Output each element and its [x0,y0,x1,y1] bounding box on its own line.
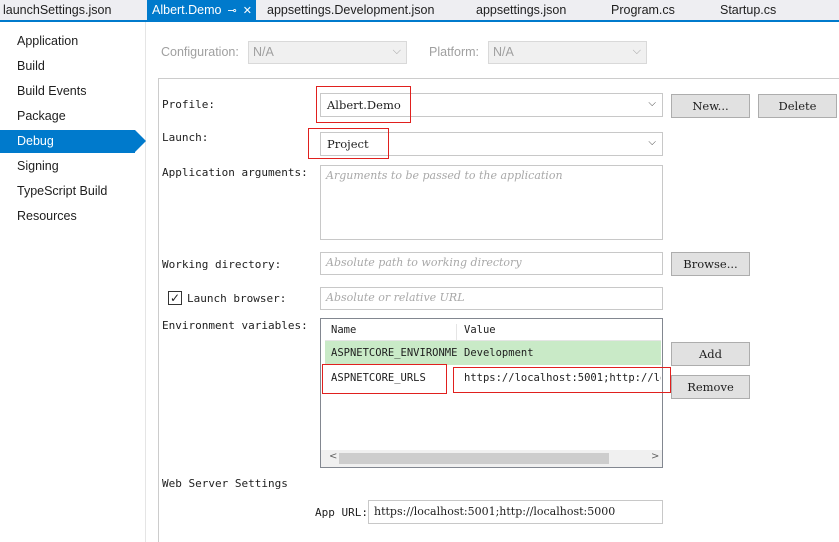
new-profile-button[interactable]: New... [671,94,750,118]
working-dir-label: Working directory: [162,258,282,271]
platform-label: Platform: [429,45,480,59]
launch-label: Launch: [162,131,209,144]
sidebar-item-typescript-build[interactable]: TypeScript Build [0,180,146,203]
tab-appsettings-development[interactable]: appsettings.Development.json [267,0,434,20]
profile-label: Profile: [162,98,215,111]
app-url-label: App URL: [315,506,368,519]
launch-select[interactable]: Project ⌵ [320,132,663,156]
scroll-right-icon[interactable]: > [651,451,659,462]
remove-env-var-button[interactable]: Remove [671,375,750,399]
delete-profile-button[interactable]: Delete [758,94,837,118]
env-name-cell[interactable]: ASPNETCORE_URLS [325,372,457,384]
sidebar-item-resources[interactable]: Resources [0,205,146,228]
chevron-down-icon: ⌵ [632,45,641,57]
app-args-placeholder: Arguments to be passed to the applicatio… [326,169,563,182]
horizontal-scrollbar[interactable]: < > [321,450,662,467]
tab-label: Albert.Demo [152,3,222,17]
env-value-cell[interactable]: Development [458,347,661,359]
env-vars-label: Environment variables: [162,319,308,332]
env-name-cell[interactable]: ASPNETCORE_ENVIRONMENT [325,347,457,359]
configuration-select[interactable]: N/A ⌵ [248,41,407,64]
document-tab-strip: launchSettings.json Albert.Demo ⊸ ✕ appset… [0,0,839,22]
profile-select[interactable]: Albert.Demo ⌵ [320,93,663,117]
tab-launchsettings[interactable]: launchSettings.json [3,0,111,20]
platform-value: N/A [493,45,514,59]
platform-select[interactable]: N/A ⌵ [488,41,647,64]
chevron-down-icon: ⌵ [392,45,401,57]
app-url-value: https://localhost:5001;http://localhost:… [374,505,616,518]
configuration-value: N/A [253,45,274,59]
working-dir-placeholder: Absolute path to working directory [326,256,522,269]
column-header-value[interactable]: Value [458,324,658,336]
pin-icon[interactable]: ⊸ [227,1,236,21]
env-grid-header: Name Value [325,321,661,341]
chevron-down-icon: ⌵ [648,137,656,148]
project-properties-sidebar: Application Build Build Events Package D… [0,22,146,542]
scroll-left-icon[interactable]: < [329,451,337,462]
launch-url-placeholder: Absolute or relative URL [326,291,465,304]
tab-program[interactable]: Program.cs [611,0,675,20]
app-args-input[interactable]: Arguments to be passed to the applicatio… [320,165,663,240]
launch-browser-checkbox[interactable]: ✓ [168,291,182,305]
chevron-down-icon: ⌵ [648,98,656,109]
table-row[interactable]: ASPNETCORE_ENVIRONMENT Development [325,341,661,365]
sidebar-item-build[interactable]: Build [0,55,146,78]
sidebar-item-application[interactable]: Application [0,30,146,53]
profile-value: Albert.Demo [327,98,401,112]
close-icon[interactable]: ✕ [243,1,252,21]
launch-value: Project [327,137,369,151]
tab-appsettings[interactable]: appsettings.json [476,0,566,20]
add-env-var-button[interactable]: Add [671,342,750,366]
scrollbar-thumb[interactable] [339,453,609,464]
browse-button[interactable]: Browse... [671,252,750,276]
launch-url-input[interactable]: Absolute or relative URL [320,287,663,310]
sidebar-item-signing[interactable]: Signing [0,155,146,178]
sidebar-item-debug[interactable]: Debug [0,130,146,153]
sidebar-item-build-events[interactable]: Build Events [0,80,146,103]
app-url-input[interactable]: https://localhost:5001;http://localhost:… [368,500,663,524]
working-dir-input[interactable]: Absolute path to working directory [320,252,663,275]
tab-albert-demo[interactable]: Albert.Demo ⊸ ✕ [147,0,256,20]
sidebar-item-package[interactable]: Package [0,105,146,128]
env-value-cell[interactable]: https://localhost:5001;http://localhost:… [458,372,661,384]
configuration-label: Configuration: [161,45,239,59]
launch-browser-label: Launch browser: [187,292,287,305]
column-header-name[interactable]: Name [325,324,457,341]
table-row[interactable]: ASPNETCORE_URLS https://localhost:5001;h… [325,366,661,390]
env-vars-grid[interactable]: Name Value ASPNETCORE_ENVIRONMENT Develo… [320,318,663,468]
app-args-label: Application arguments: [162,166,308,179]
web-server-settings-heading: Web Server Settings [162,477,288,490]
tab-startup[interactable]: Startup.cs [720,0,776,20]
